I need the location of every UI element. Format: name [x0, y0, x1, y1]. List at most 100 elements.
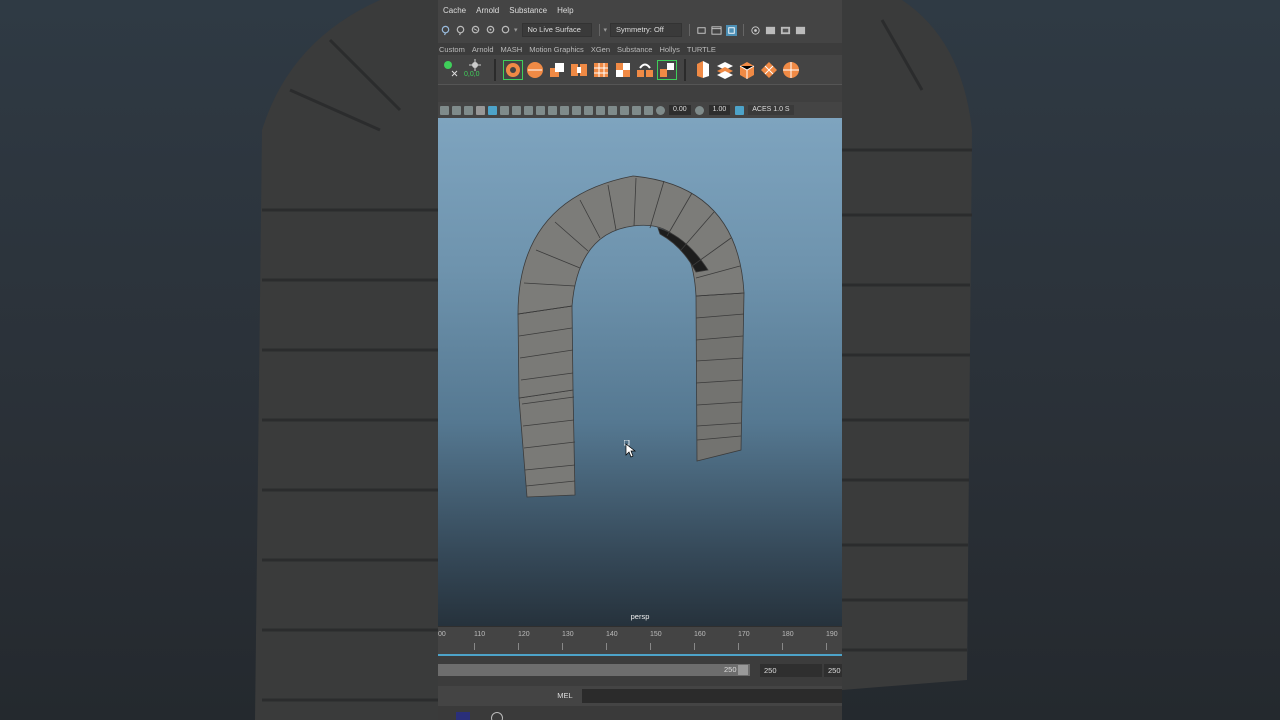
move-tool-button[interactable] — [442, 59, 464, 81]
ball-icon — [783, 62, 799, 78]
command-input[interactable] — [582, 689, 842, 703]
wireframe-icon[interactable] — [475, 105, 485, 115]
dropdown-arrow-icon[interactable]: ▾ — [514, 26, 518, 34]
render-settings-icon[interactable] — [750, 25, 761, 36]
isolate-icon[interactable] — [559, 105, 569, 115]
script-language-button[interactable]: MEL — [548, 689, 582, 703]
tick-label: 130 — [562, 631, 574, 638]
menu-substance[interactable]: Substance — [504, 6, 552, 15]
select-camera-icon[interactable] — [439, 105, 449, 115]
hypershade-icon[interactable] — [765, 25, 776, 36]
bevel-icon — [660, 63, 674, 77]
ipr-render-icon[interactable] — [726, 24, 738, 36]
shadows-icon[interactable] — [523, 105, 533, 115]
textured-icon[interactable] — [499, 105, 509, 115]
tick-mark — [606, 643, 607, 650]
shelf-button-10[interactable] — [715, 60, 735, 80]
shelf-button-3[interactable] — [547, 60, 567, 80]
xray-components-icon[interactable] — [595, 105, 605, 115]
shelf-button-4[interactable] — [569, 60, 589, 80]
exposure-icon[interactable] — [655, 105, 665, 115]
playback-end-field[interactable]: 250 — [824, 664, 842, 677]
range-bar[interactable] — [438, 664, 750, 676]
playblast-icon[interactable] — [795, 25, 806, 36]
shelf-button-13[interactable] — [781, 60, 801, 80]
tab-turtle[interactable]: TURTLE — [687, 45, 722, 54]
move-pivot-icon — [444, 61, 458, 77]
xray-joints-icon[interactable] — [583, 105, 593, 115]
camera-label: persp — [630, 612, 650, 621]
shelf-button-6[interactable] — [613, 60, 633, 80]
shelf-button-11[interactable] — [737, 60, 757, 80]
tab-xgen[interactable]: XGen — [591, 45, 616, 54]
resolution-gate-icon[interactable] — [643, 105, 653, 115]
exposure-field[interactable]: 0.00 — [669, 105, 691, 115]
shelf-button-9[interactable] — [693, 60, 713, 80]
tab-hollys[interactable]: Hollys — [659, 45, 685, 54]
lasso-icon[interactable] — [440, 25, 451, 36]
combine-icon — [571, 64, 587, 76]
tab-substance[interactable]: Substance — [617, 45, 658, 54]
shelf: 0,0,0 — [438, 56, 842, 84]
backface-icon[interactable] — [607, 105, 617, 115]
chevron-down-icon[interactable]: ▾ — [604, 26, 608, 34]
shelf-button-5[interactable] — [591, 60, 611, 80]
range-slider: 250 250 250 — [438, 656, 842, 686]
settings-icon[interactable] — [490, 711, 504, 720]
shelf-button-8[interactable] — [657, 60, 677, 80]
render-view-icon[interactable] — [780, 25, 791, 36]
xray-icon[interactable] — [571, 105, 581, 115]
shelf-button-12[interactable] — [759, 60, 779, 80]
tab-arnold[interactable]: Arnold — [472, 45, 500, 54]
color-space-dropdown[interactable]: ACES 1.0 S — [748, 105, 794, 115]
shelf-button-1[interactable] — [503, 60, 523, 80]
render-window-icon[interactable] — [711, 25, 722, 36]
symmetry-dropdown[interactable]: Symmetry: Off — [610, 23, 683, 37]
tab-mash[interactable]: MASH — [501, 45, 529, 54]
shelf-lower-strip — [438, 84, 842, 103]
range-handle[interactable] — [738, 665, 748, 675]
camera-attributes-icon[interactable] — [451, 105, 461, 115]
menu-bar: Cache Arnold Substance Help — [438, 0, 842, 20]
menu-help[interactable]: Help — [552, 6, 578, 15]
sphere-icon — [527, 62, 543, 78]
bookmark-icon[interactable] — [463, 105, 473, 115]
snap-grid-icon[interactable] — [455, 25, 466, 36]
box-icon — [739, 62, 755, 79]
film-gate-icon[interactable] — [631, 105, 641, 115]
snap-curve-icon[interactable] — [470, 25, 481, 36]
shelf-button-7[interactable] — [635, 60, 655, 80]
render-region-icon[interactable] — [696, 25, 707, 36]
gamma-icon[interactable] — [695, 105, 705, 115]
lights-icon[interactable] — [511, 105, 521, 115]
cube-icon — [697, 61, 709, 78]
readout-group: 0,0,0 — [464, 59, 488, 81]
command-line: MEL — [438, 686, 842, 706]
separator — [598, 24, 600, 36]
time-slider[interactable]: 00 110 120 130 140 150 160 170 180 190 — [438, 626, 842, 657]
tab-custom[interactable]: Custom — [439, 45, 471, 54]
smooth-shade-icon[interactable] — [487, 105, 497, 115]
workspace-icon[interactable] — [456, 712, 470, 720]
separator — [689, 24, 691, 36]
color-management-icon[interactable] — [734, 105, 744, 115]
menu-cache[interactable]: Cache — [438, 6, 471, 15]
shelf-button-2[interactable] — [525, 60, 545, 80]
menu-arnold[interactable]: Arnold — [471, 6, 504, 15]
help-line — [438, 706, 842, 720]
snap-point-icon[interactable] — [485, 25, 496, 36]
persp-viewport[interactable]: persp — [438, 118, 842, 626]
extrude-icon — [616, 63, 630, 77]
grid-toggle-icon[interactable] — [619, 105, 629, 115]
gamma-field[interactable]: 1.00 — [708, 105, 731, 115]
tab-motion-graphics[interactable]: Motion Graphics — [529, 45, 590, 54]
ambient-occlusion-icon[interactable] — [535, 105, 545, 115]
snap-plane-icon[interactable] — [500, 25, 511, 36]
shelf-separator — [494, 59, 496, 81]
stone-arch-model[interactable] — [438, 118, 842, 626]
antialias-icon[interactable] — [547, 105, 557, 115]
maya-window: Cache Arnold Substance Help ▾ No Live Su… — [438, 0, 842, 720]
live-surface-dropdown[interactable]: No Live Surface — [521, 23, 592, 37]
anim-end-field[interactable]: 250 — [760, 664, 822, 677]
tick-label: 160 — [694, 631, 706, 638]
